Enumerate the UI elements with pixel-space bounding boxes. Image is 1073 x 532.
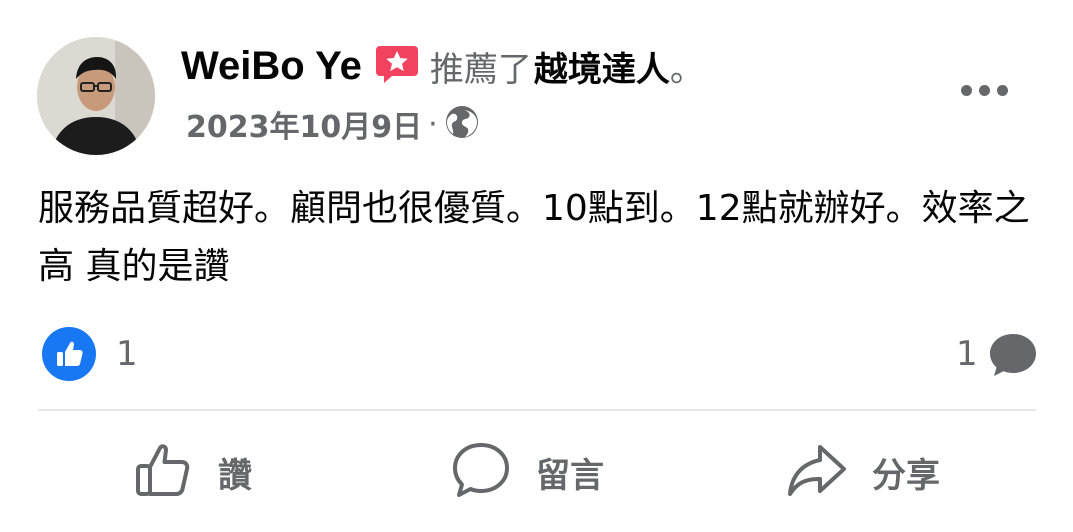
recommended-page-link[interactable]: 越境達人 bbox=[534, 42, 670, 91]
recommend-verb: 推薦了 bbox=[429, 49, 532, 90]
comment-button[interactable]: 留言 bbox=[450, 440, 604, 504]
more-options-button[interactable] bbox=[954, 76, 1014, 104]
share-button-label: 分享 bbox=[872, 455, 940, 496]
meta-separator: · bbox=[428, 106, 438, 142]
like-reaction-icon[interactable] bbox=[42, 327, 96, 381]
comment-bubble-icon[interactable] bbox=[988, 332, 1038, 378]
globe-icon[interactable] bbox=[444, 104, 480, 144]
share-arrow-icon bbox=[786, 440, 848, 504]
post-meta: 2023年10月9日 · bbox=[186, 100, 480, 148]
post-header: WeiBo Ye 推薦了 越境達人 。 bbox=[181, 38, 704, 94]
like-count[interactable]: 1 bbox=[116, 334, 138, 374]
post-body: 服務品質超好。顧問也很優質。10點到。12點就辦好。效率之高 真的是讚 bbox=[38, 188, 1030, 287]
more-dot-icon bbox=[960, 84, 972, 96]
header-period: 。 bbox=[669, 49, 704, 90]
more-dot-icon bbox=[996, 84, 1008, 96]
author-name[interactable]: WeiBo Ye bbox=[181, 44, 362, 89]
post-card: WeiBo Ye 推薦了 越境達人 。 2023年10月9日 · 服務品質超好。… bbox=[0, 0, 1073, 532]
like-button[interactable]: 讚 bbox=[134, 440, 252, 504]
avatar[interactable] bbox=[37, 37, 155, 155]
thumbs-up-icon bbox=[134, 440, 194, 504]
recommend-icon bbox=[374, 44, 420, 88]
divider bbox=[38, 409, 1036, 411]
like-button-label: 讚 bbox=[218, 455, 252, 496]
more-dot-icon bbox=[978, 84, 990, 96]
comment-icon bbox=[450, 440, 512, 504]
post-timestamp[interactable]: 2023年10月9日 bbox=[186, 102, 422, 146]
comment-button-label: 留言 bbox=[536, 455, 604, 496]
comment-count[interactable]: 1 bbox=[956, 334, 978, 374]
share-button[interactable]: 分享 bbox=[786, 440, 940, 504]
